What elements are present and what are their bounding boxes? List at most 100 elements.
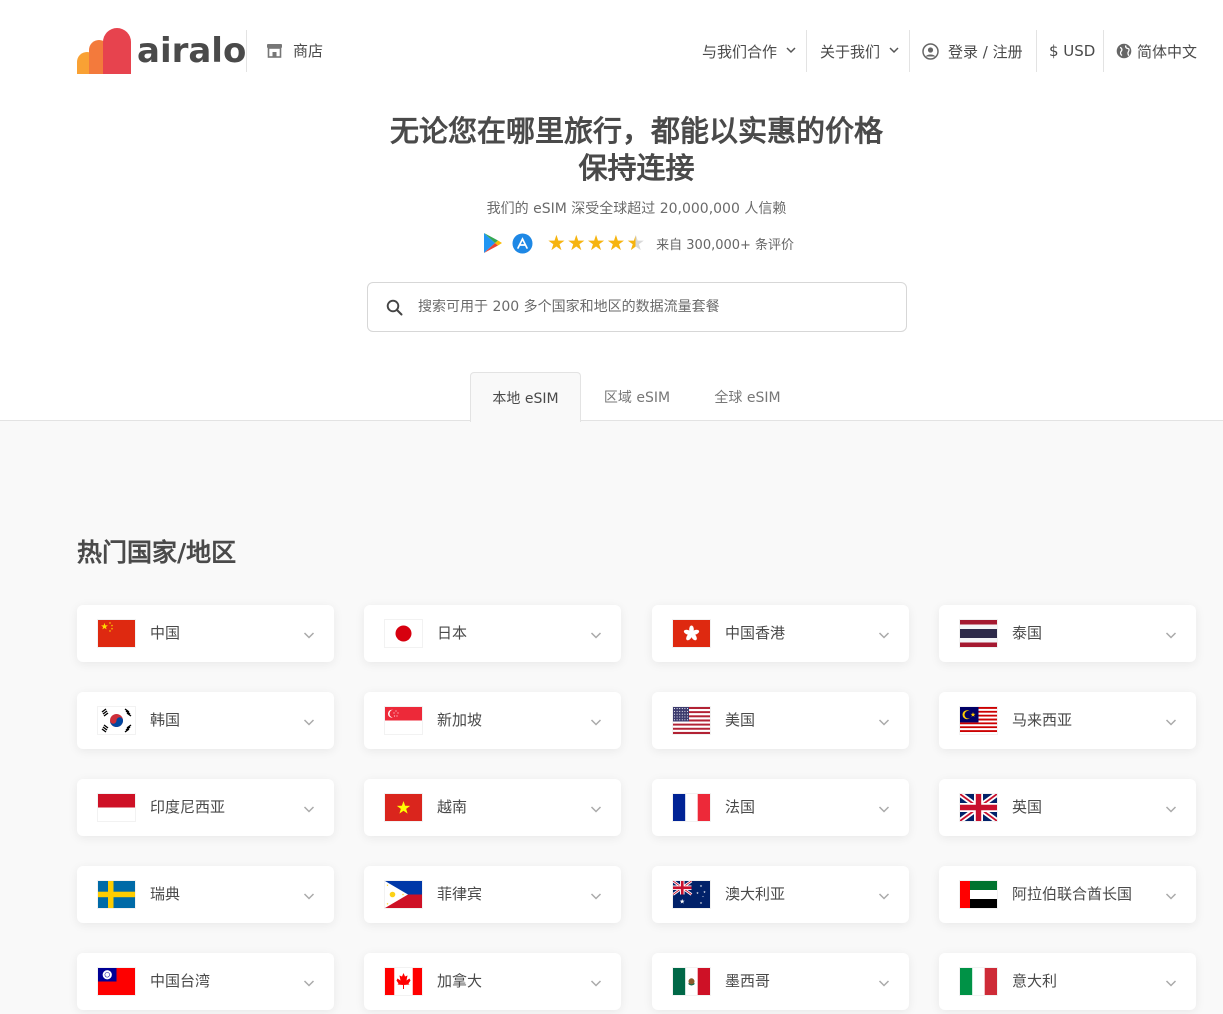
airalo-logo[interactable]: airalo — [77, 28, 246, 74]
chevron-down-icon[interactable] — [1165, 713, 1177, 726]
section-title: 热门国家/地区 — [77, 538, 237, 567]
search-icon — [386, 299, 403, 315]
us-flag-icon — [673, 707, 710, 734]
country-card-jp[interactable]: 日本 — [364, 605, 621, 662]
chevron-down-icon[interactable] — [590, 887, 602, 900]
sg-flag-icon — [385, 707, 422, 734]
country-name: 意大利 — [1012, 972, 1058, 990]
search-input[interactable] — [418, 299, 878, 315]
search-box[interactable] — [367, 282, 907, 332]
tab-regional-esim[interactable]: 区域 eSIM — [590, 372, 684, 421]
country-card-vn[interactable]: 越南 — [364, 779, 621, 836]
country-card-sg[interactable]: 新加坡 — [364, 692, 621, 749]
country-card-ph[interactable]: 菲律宾 — [364, 866, 621, 923]
nav-partner-label: 与我们合作 — [702, 42, 778, 61]
chevron-down-icon[interactable] — [590, 626, 602, 639]
divider — [806, 30, 807, 72]
nav-currency[interactable]: $ USD — [1049, 30, 1095, 72]
nav-partner[interactable]: 与我们合作 — [702, 30, 805, 72]
gb-flag-icon — [960, 794, 997, 821]
tab-label: 区域 eSIM — [603, 389, 671, 406]
id-flag-icon — [98, 794, 135, 821]
chevron-down-icon — [786, 46, 805, 57]
nav-login[interactable]: 登录 / 注册 — [922, 30, 1023, 72]
country-card-tw[interactable]: 中国台湾 — [77, 953, 334, 1010]
nav-language-label: 简体中文 — [1137, 42, 1198, 61]
chevron-down-icon[interactable] — [878, 713, 890, 726]
chevron-down-icon[interactable] — [590, 713, 602, 726]
country-name: 印度尼西亚 — [150, 798, 226, 816]
star-icon: ★ — [547, 231, 566, 255]
hk-flag-icon — [673, 620, 710, 647]
country-name: 韩国 — [150, 711, 181, 729]
chevron-down-icon[interactable] — [1165, 887, 1177, 900]
ratings-row: ★ ★ ★ ★ ★ 来自 300,000+ 条评价 — [483, 230, 794, 256]
country-name: 越南 — [437, 798, 468, 816]
chevron-down-icon[interactable] — [303, 974, 315, 987]
cn-flag-icon — [98, 620, 135, 647]
chevron-down-icon[interactable] — [1165, 626, 1177, 639]
country-card-id[interactable]: 印度尼西亚 — [77, 779, 334, 836]
chevron-down-icon[interactable] — [1165, 974, 1177, 987]
country-name: 澳大利亚 — [725, 885, 786, 903]
chevron-down-icon[interactable] — [303, 626, 315, 639]
country-name: 加拿大 — [437, 972, 483, 990]
review-count: 来自 300,000+ 条评价 — [656, 237, 795, 253]
country-name: 马来西亚 — [1012, 711, 1073, 729]
logo-text: airalo — [137, 31, 247, 71]
chevron-down-icon[interactable] — [590, 974, 602, 987]
country-name: 菲律宾 — [437, 885, 483, 903]
country-card-ae[interactable]: 阿拉伯联合酋长国 — [939, 866, 1196, 923]
country-name: 阿拉伯联合酋长国 — [1012, 885, 1133, 903]
store-link[interactable]: 商店 — [266, 40, 323, 61]
nav-about[interactable]: 关于我们 — [820, 30, 908, 72]
chevron-down-icon[interactable] — [878, 626, 890, 639]
tab-local-esim[interactable]: 本地 eSIM — [470, 372, 581, 422]
country-card-us[interactable]: 美国 — [652, 692, 909, 749]
nav-language[interactable]: 简体中文 — [1116, 30, 1197, 72]
rating-stars: ★ ★ ★ ★ ★ — [547, 232, 646, 254]
nav-currency-label: $ USD — [1049, 42, 1096, 60]
country-name: 瑞典 — [150, 885, 181, 903]
country-card-au[interactable]: 澳大利亚 — [652, 866, 909, 923]
chevron-down-icon[interactable] — [878, 974, 890, 987]
star-icon: ★ — [606, 231, 626, 255]
app-store-icon[interactable] — [512, 233, 533, 254]
airalo-logo-mark — [77, 28, 132, 74]
country-name: 美国 — [725, 711, 756, 729]
country-card-my[interactable]: 马来西亚 — [939, 692, 1196, 749]
store-label: 商店 — [293, 42, 324, 60]
chevron-down-icon[interactable] — [303, 713, 315, 726]
tw-flag-icon — [98, 968, 135, 995]
country-card-se[interactable]: 瑞典 — [77, 866, 334, 923]
half-star-icon: ★ — [626, 231, 646, 255]
country-card-ca[interactable]: 加拿大 — [364, 953, 621, 1010]
nav-about-label: 关于我们 — [820, 42, 881, 61]
fr-flag-icon — [673, 794, 710, 821]
country-card-mx[interactable]: 墨西哥 — [652, 953, 909, 1010]
kr-flag-icon — [98, 707, 135, 734]
hero-title-line1: 无论您在哪里旅行，都能以实惠的价格 — [389, 114, 883, 148]
chevron-down-icon[interactable] — [303, 800, 315, 813]
divider — [1036, 30, 1037, 72]
country-card-cn[interactable]: 中国 — [77, 605, 334, 662]
country-card-th[interactable]: 泰国 — [939, 605, 1196, 662]
google-play-icon[interactable] — [483, 232, 503, 254]
country-card-it[interactable]: 意大利 — [939, 953, 1196, 1010]
country-card-fr[interactable]: 法国 — [652, 779, 909, 836]
chevron-down-icon[interactable] — [590, 800, 602, 813]
my-flag-icon — [960, 707, 997, 734]
chevron-down-icon — [889, 46, 908, 57]
chevron-down-icon[interactable] — [1165, 800, 1177, 813]
chevron-down-icon[interactable] — [878, 800, 890, 813]
tab-global-esim[interactable]: 全球 eSIM — [700, 372, 795, 421]
chevron-down-icon[interactable] — [878, 887, 890, 900]
country-card-gb[interactable]: 英国 — [939, 779, 1196, 836]
country-name: 新加坡 — [437, 711, 483, 729]
chevron-down-icon[interactable] — [303, 887, 315, 900]
hero-title-line2: 保持连接 — [578, 151, 695, 185]
mx-flag-icon — [673, 968, 710, 995]
country-card-kr[interactable]: 韩国 — [77, 692, 334, 749]
ph-flag-icon — [385, 881, 422, 908]
country-card-hk[interactable]: 中国香港 — [652, 605, 909, 662]
